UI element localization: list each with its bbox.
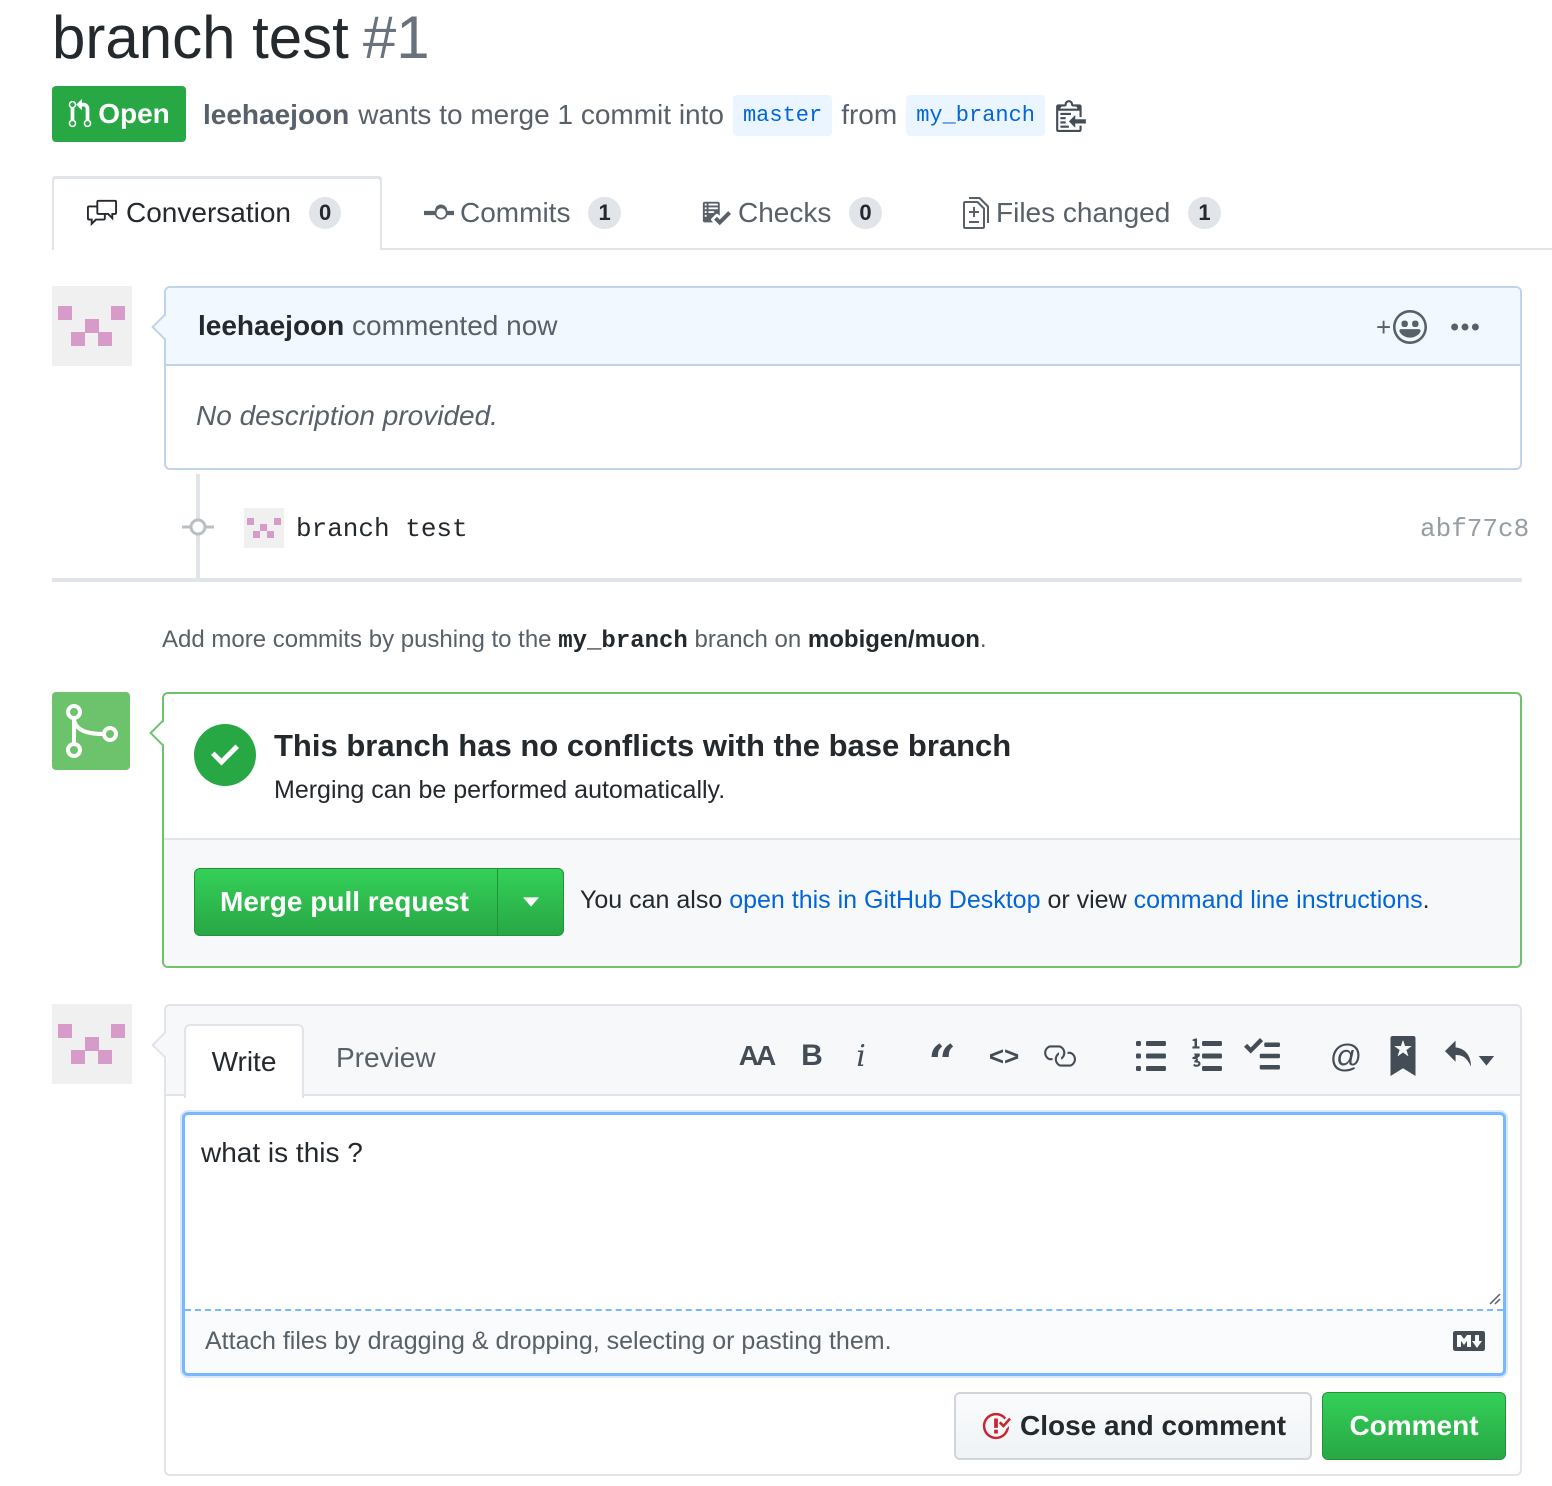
push-hint-prefix: Add more commits by pushing to the — [162, 626, 552, 653]
base-branch[interactable]: master — [732, 94, 833, 136]
commit-sha[interactable]: abf77c8 — [1420, 514, 1529, 544]
smiley-icon — [1393, 310, 1428, 344]
author-link[interactable]: leehaejoon — [203, 99, 349, 131]
italic-icon[interactable]: i — [846, 1036, 876, 1076]
mention-icon[interactable]: @ — [1328, 1036, 1364, 1076]
git-merge-icon — [66, 704, 118, 758]
tasklist-icon[interactable] — [1244, 1036, 1280, 1076]
push-hint-suffix: . — [979, 626, 987, 653]
push-hint: Add more commits by pushing to the my_br… — [162, 626, 987, 655]
avatar[interactable] — [52, 1004, 132, 1084]
page-title: branch test #1 — [52, 2, 430, 74]
comment-header: leehaejoon commented now + — [166, 288, 1520, 366]
head-branch[interactable]: my_branch — [906, 94, 1046, 136]
tab-commits[interactable]: Commits 1 — [424, 176, 621, 250]
plus-text: + — [1376, 311, 1392, 342]
issue-closed-icon — [982, 1412, 1011, 1440]
comment-discussion-icon — [87, 199, 117, 227]
git-commit-icon — [424, 204, 454, 220]
comment-author-line: leehaejoon commented now — [198, 310, 557, 342]
pr-description-comment: leehaejoon commented now + No descriptio… — [151, 286, 1522, 470]
markdown-icon[interactable] — [1453, 1331, 1485, 1351]
merge-status-subtitle: Merging can be performed automatically. — [274, 776, 726, 804]
from-text: from — [841, 99, 898, 130]
avatar[interactable] — [52, 286, 132, 366]
add-reaction-button[interactable]: + — [1376, 310, 1428, 344]
bold-icon[interactable]: B — [794, 1036, 830, 1076]
merge-text: wants to merge 1 commit into — [358, 99, 724, 130]
attach-hint: Attach files by dragging & dropping, sel… — [205, 1327, 892, 1355]
code-icon[interactable]: <> — [984, 1036, 1024, 1076]
command-line-instructions-link[interactable]: command line instructions — [1134, 886, 1423, 914]
open-in-desktop-link[interactable]: open this in GitHub Desktop — [729, 886, 1040, 914]
kebab-horizontal-icon[interactable] — [1450, 322, 1480, 332]
list-ordered-icon[interactable] — [1192, 1036, 1222, 1076]
comment-button[interactable]: Comment — [1322, 1392, 1506, 1460]
triangle-down-icon — [522, 897, 539, 907]
comment-body: No description provided. — [196, 400, 498, 431]
resize-handle-icon[interactable] — [1485, 1289, 1501, 1305]
tab-conversation[interactable]: Conversation 0 — [86, 176, 342, 250]
merge-alternatives: You can also open this in GitHub Desktop… — [580, 886, 1430, 915]
comment-textarea[interactable]: what is this ? Attach files by dragging … — [182, 1112, 1506, 1376]
quote-icon[interactable]: “ — [922, 1035, 962, 1091]
diff-icon — [963, 197, 989, 229]
tab-counter: 1 — [588, 197, 621, 229]
pr-title: branch test — [52, 4, 349, 71]
checklist-icon — [702, 201, 731, 226]
push-hint-repo: mobigen/muon — [807, 626, 980, 653]
state-badge: Open — [52, 86, 186, 142]
close-and-comment-label: Close and comment — [1019, 1410, 1287, 1441]
pr-number: #1 — [362, 4, 430, 71]
tab-checks[interactable]: Checks 0 — [700, 176, 882, 250]
tab-counter: 0 — [849, 197, 882, 229]
merge-method-dropdown[interactable] — [498, 897, 563, 907]
merge-status-title: This branch has no conflicts with the ba… — [274, 728, 1012, 763]
close-and-comment-button[interactable]: Close and comment — [954, 1392, 1312, 1460]
timeline-divider — [52, 578, 1522, 582]
tab-label: Commits — [460, 197, 571, 228]
tab-label: Conversation — [126, 197, 291, 228]
commit-avatar[interactable] — [244, 508, 284, 548]
check-icon — [194, 724, 256, 786]
tab-files-changed[interactable]: Files changed 1 — [962, 176, 1221, 250]
git-pull-request-icon — [68, 99, 92, 128]
merge-box: This branch has no conflicts with the ba… — [149, 692, 1522, 968]
tab-label: Checks — [738, 197, 832, 228]
comment-text: what is this ? — [201, 1137, 363, 1168]
bookmark-icon[interactable] — [1390, 1036, 1416, 1076]
comment-action: commented now — [352, 310, 558, 341]
tab-label: Files changed — [996, 197, 1171, 228]
list-unordered-icon[interactable] — [1136, 1036, 1166, 1076]
merge-alt-suffix: . — [1422, 886, 1430, 914]
state-label: Open — [98, 98, 170, 129]
push-hint-branch: my_branch — [558, 628, 688, 655]
merge-alt-middle: or view — [1047, 886, 1127, 914]
new-comment-form: Write Preview AA B i “ <> @ what is this… — [151, 1004, 1522, 1476]
push-hint-middle: branch on — [694, 626, 802, 653]
merge-status-icon — [52, 692, 130, 770]
tab-counter: 1 — [1188, 197, 1221, 229]
merge-alt-prefix: You can also — [580, 886, 723, 914]
text-size-icon[interactable]: AA — [736, 1036, 776, 1076]
clipboard-icon[interactable] — [1056, 98, 1086, 132]
tab-write[interactable]: Write — [184, 1024, 304, 1098]
comment-author[interactable]: leehaejoon — [198, 310, 344, 341]
tab-counter: 0 — [308, 197, 342, 229]
commit-message[interactable]: branch test — [296, 514, 468, 544]
link-icon[interactable] — [1042, 1036, 1076, 1076]
reply-icon[interactable] — [1444, 1036, 1498, 1076]
pr-meta: leehaejoon wants to merge 1 commit into … — [203, 92, 1086, 138]
file-attach-area[interactable]: Attach files by dragging & dropping, sel… — [185, 1309, 1503, 1373]
merge-pull-request-button[interactable]: Merge pull request — [194, 868, 564, 936]
merge-button-label: Merge pull request — [220, 886, 469, 917]
tab-preview[interactable]: Preview — [336, 1042, 436, 1074]
git-commit-icon — [182, 518, 214, 536]
